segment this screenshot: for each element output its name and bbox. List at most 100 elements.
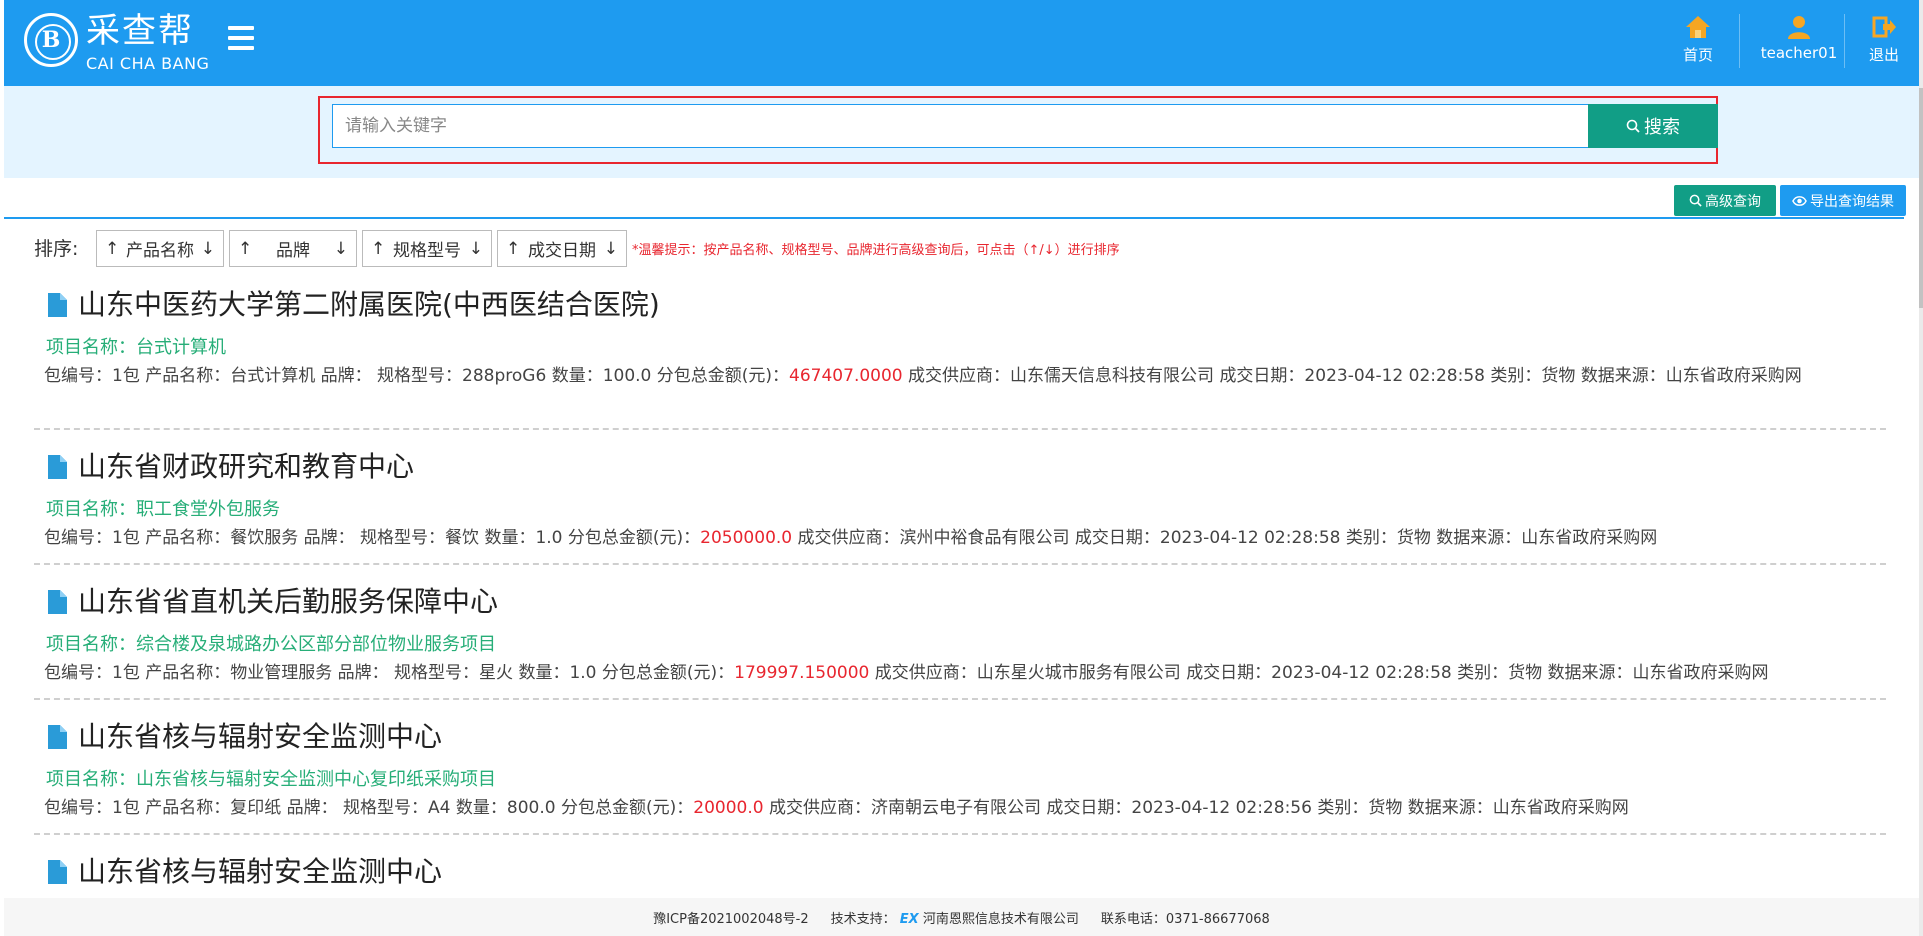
toolbar-divider	[4, 217, 1904, 219]
search-icon	[1689, 194, 1702, 207]
result-package: 包编号：1包	[44, 798, 140, 818]
nav-user-label: teacher01	[1760, 44, 1838, 62]
result-quantity: 数量：100.0	[551, 366, 652, 386]
result-package: 包编号：1包	[44, 366, 140, 386]
footer-icp[interactable]: 豫ICP备2021002048号-2	[653, 908, 808, 927]
result-package: 包编号：1包	[44, 663, 140, 683]
sort-desc-icon: ↓	[200, 238, 215, 259]
result-amount: 179997.150000	[734, 663, 870, 683]
result-divider	[34, 833, 1886, 835]
result-package: 包编号：1包	[44, 528, 140, 548]
result-project-name[interactable]: 项目名称：综合楼及泉城路办公区部分部位物业服务项目	[46, 633, 496, 657]
advanced-search-button[interactable]: 高级查询	[1674, 185, 1776, 216]
result-amount-label: 分包总金额(元)：	[656, 366, 790, 386]
export-results-label: 导出查询结果	[1810, 193, 1894, 210]
result-amount: 2050000.0	[700, 528, 793, 548]
eye-icon	[1792, 195, 1807, 206]
result-deal-date: 成交日期：2023-04-12 02:28:56	[1046, 798, 1312, 818]
document-icon	[48, 455, 67, 479]
result-model: 规格型号：星火	[394, 663, 514, 683]
result-amount-label: 分包总金额(元)：	[567, 528, 701, 548]
nav-logout[interactable]: 退出	[1850, 14, 1918, 70]
document-icon	[48, 293, 67, 317]
result-title[interactable]: 山东省核与辐射安全监测中心	[46, 720, 442, 754]
result-amount: 20000.0	[693, 798, 764, 818]
result-supplier: 成交供应商：济南朝云电子有限公司	[768, 798, 1041, 818]
result-deal-date: 成交日期：2023-04-12 02:28:58	[1186, 663, 1452, 683]
menu-toggle-icon[interactable]	[228, 26, 254, 50]
result-details: 包编号：1包 产品名称：复印纸 品牌： 规格型号：A4 数量：800.0 分包总…	[44, 795, 1880, 821]
ex-logo-icon: EX	[899, 911, 919, 927]
sort-label: 排序:	[34, 238, 79, 260]
result-model: 规格型号：A4	[343, 798, 451, 818]
sort-brand[interactable]: ↑ 品牌 ↓	[229, 230, 357, 267]
result-source: 数据来源：山东省政府采购网	[1547, 663, 1769, 683]
footer-support: 技术支持： EX 河南恩熙信息技术有限公司	[831, 908, 1079, 927]
brand-name-en: CAI CHA BANG	[86, 54, 210, 73]
nav-user[interactable]: teacher01	[1744, 14, 1854, 70]
result-product: 产品名称：台式计算机	[145, 366, 316, 386]
sort-deal-date-label: 成交日期	[528, 241, 596, 261]
result-title-text: 山东中医药大学第二附属医院(中西医结合医院)	[78, 288, 660, 321]
result-supplier: 成交供应商：山东儒天信息科技有限公司	[908, 366, 1215, 386]
result-title[interactable]: 山东省省直机关后勤服务保障中心	[46, 585, 498, 619]
result-brand: 品牌：	[286, 798, 338, 818]
result-divider	[34, 563, 1886, 565]
result-quantity: 数量：1.0	[484, 528, 563, 548]
export-results-button[interactable]: 导出查询结果	[1780, 185, 1906, 216]
user-icon	[1788, 16, 1810, 39]
result-model: 规格型号：餐饮	[360, 528, 480, 548]
result-project-name[interactable]: 项目名称：台式计算机	[46, 336, 226, 360]
result-details: 包编号：1包 产品名称：台式计算机 品牌： 规格型号：288proG6 数量：1…	[44, 363, 1880, 389]
document-icon	[48, 590, 67, 614]
result-title-text: 山东省核与辐射安全监测中心	[78, 720, 443, 753]
nav-home[interactable]: 首页	[1658, 14, 1738, 70]
result-brand: 品牌：	[337, 663, 389, 683]
document-icon	[48, 860, 67, 884]
sort-tip: *温馨提示：按产品名称、规格型号、品牌进行高级查询后，可点击（↑/↓）进行排序	[632, 243, 1120, 258]
result-brand: 品牌：	[303, 528, 355, 548]
home-icon	[1686, 16, 1710, 38]
result-quantity: 数量：800.0	[455, 798, 556, 818]
result-details: 包编号：1包 产品名称：物业管理服务 品牌： 规格型号：星火 数量：1.0 分包…	[44, 660, 1880, 686]
result-supplier: 成交供应商：滨州中裕食品有限公司	[797, 528, 1070, 548]
sort-asc-icon: ↑	[506, 238, 521, 259]
result-source: 数据来源：山东省政府采购网	[1407, 798, 1629, 818]
result-source: 数据来源：山东省政府采购网	[1436, 528, 1658, 548]
result-title[interactable]: 山东省财政研究和教育中心	[46, 450, 414, 484]
sort-asc-icon: ↑	[371, 238, 386, 259]
result-category: 类别：货物	[1457, 663, 1543, 683]
result-title[interactable]: 山东中医药大学第二附属医院(中西医结合医院)	[46, 288, 660, 322]
search-icon	[1626, 119, 1640, 133]
sort-model[interactable]: ↑ 规格型号 ↓	[362, 230, 492, 267]
sort-asc-icon: ↑	[105, 238, 120, 259]
search-input[interactable]	[332, 104, 1590, 148]
result-project-name[interactable]: 项目名称：职工食堂外包服务	[46, 498, 280, 522]
page-footer: 豫ICP备2021002048号-2 技术支持： EX 河南恩熙信息技术有限公司…	[4, 898, 1919, 936]
sort-product-name-label: 产品名称	[126, 241, 194, 261]
result-source: 数据来源：山东省政府采购网	[1580, 366, 1802, 386]
result-category: 类别：货物	[1345, 528, 1431, 548]
nav-divider	[1739, 14, 1740, 68]
result-title-text: 山东省省直机关后勤服务保障中心	[78, 585, 499, 618]
sort-deal-date[interactable]: ↑ 成交日期 ↓	[497, 230, 627, 267]
result-category: 类别：货物	[1490, 366, 1576, 386]
sort-desc-icon: ↓	[333, 238, 348, 259]
footer-phone: 联系电话：0371-86677068	[1100, 911, 1270, 927]
sort-brand-label: 品牌	[276, 241, 310, 261]
result-project-name[interactable]: 项目名称：山东省核与辐射安全监测中心复印纸采购项目	[46, 768, 496, 792]
result-product: 产品名称：餐饮服务	[145, 528, 299, 548]
result-title[interactable]: 山东省核与辐射安全监测中心	[46, 855, 442, 889]
search-button-label: 搜索	[1644, 117, 1680, 138]
scrollbar-thumb[interactable]	[1919, 88, 1923, 308]
result-deal-date: 成交日期：2023-04-12 02:28:58	[1219, 366, 1485, 386]
brand-logo-icon[interactable]: B	[24, 13, 78, 67]
sort-desc-icon: ↓	[603, 238, 618, 259]
sort-model-label: 规格型号	[393, 241, 461, 261]
nav-home-label: 首页	[1682, 46, 1713, 64]
footer-support-label: 技术支持：	[830, 911, 896, 927]
sort-product-name[interactable]: ↑ 产品名称 ↓	[96, 230, 224, 267]
footer-company: 河南恩熙信息技术有限公司	[922, 911, 1079, 927]
search-button[interactable]: 搜索	[1588, 104, 1718, 148]
advanced-search-label: 高级查询	[1705, 193, 1761, 210]
